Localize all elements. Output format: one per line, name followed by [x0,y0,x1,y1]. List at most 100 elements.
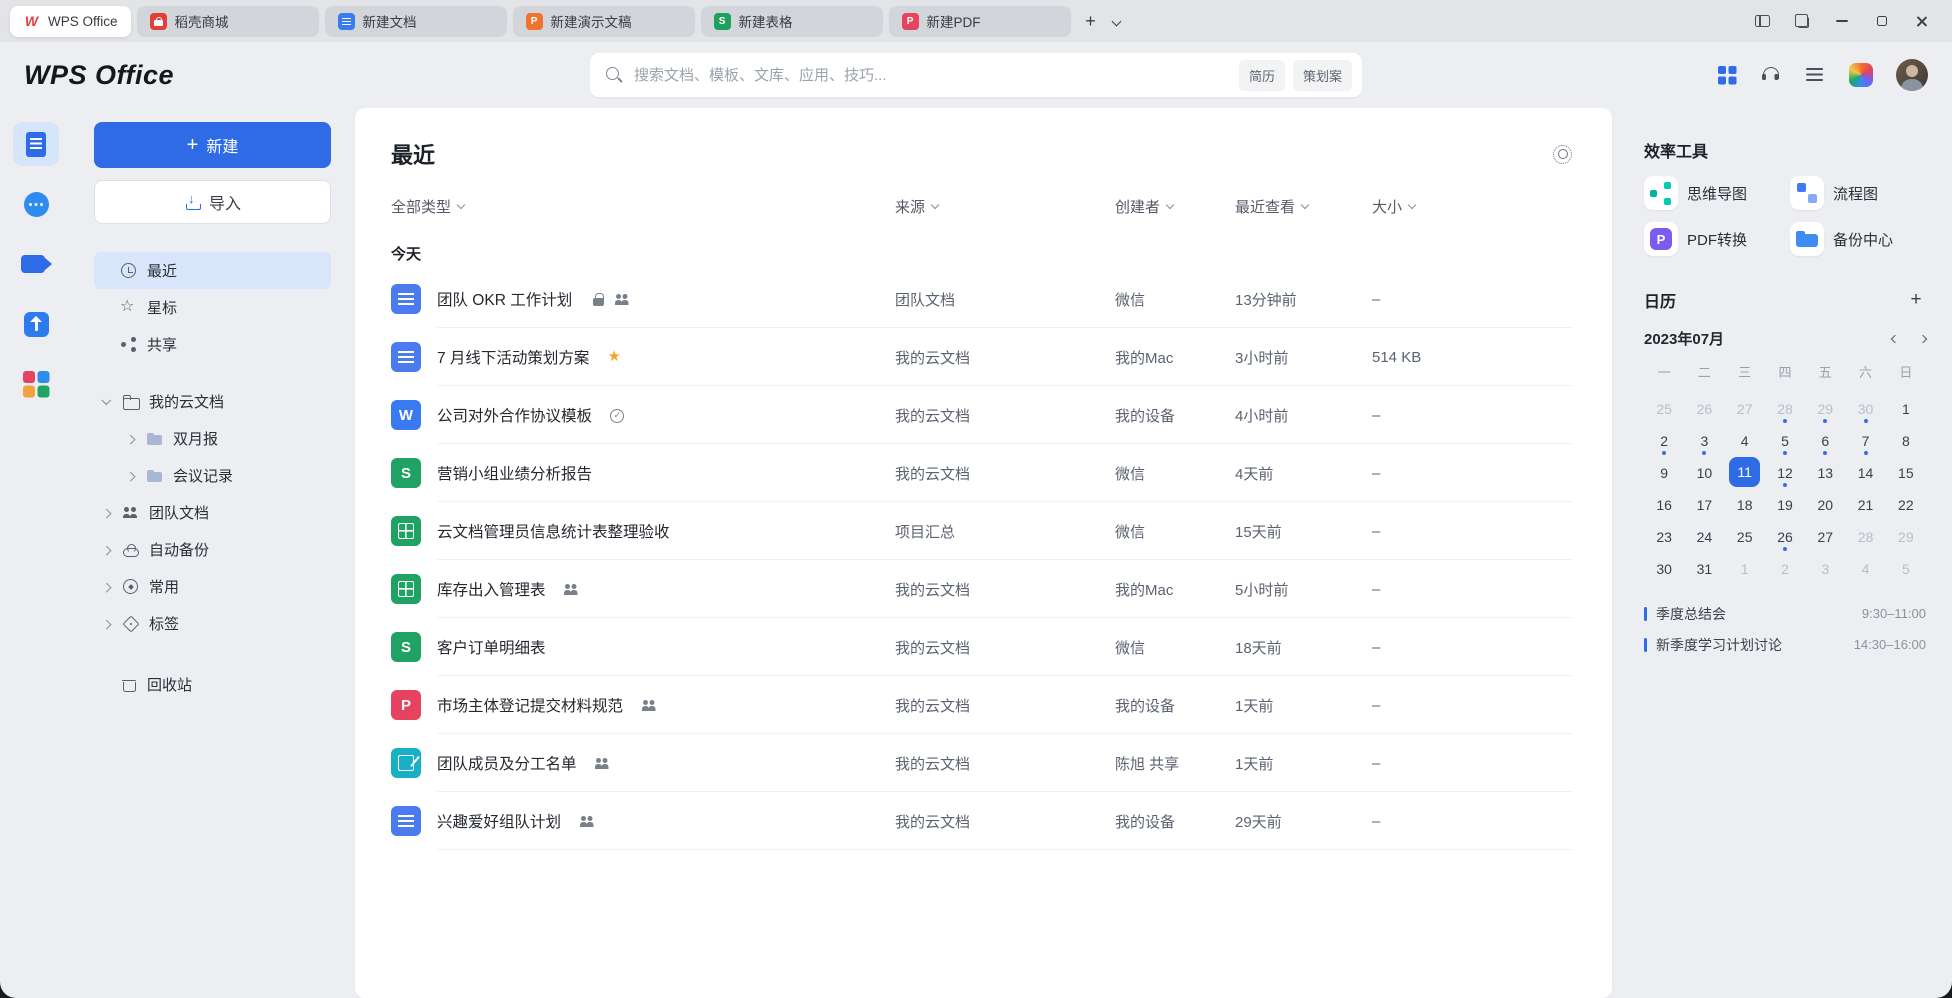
sidebar-tree-item[interactable]: 我的云文档 [94,383,331,420]
file-row[interactable]: 市场主体登记提交材料规范 我的云文档 我的设备 1天前 – [391,676,1572,734]
calendar-day[interactable]: 28 [1849,521,1883,552]
calendar-day[interactable]: 4 [1728,425,1762,456]
calendar-day[interactable]: 8 [1889,425,1923,456]
rail-item-chat[interactable] [13,182,59,226]
calendar-day[interactable]: 28 [1768,393,1802,424]
membership-icon[interactable] [1848,62,1874,88]
calendar-day[interactable]: 30 [1647,553,1681,584]
expand-arrow-icon[interactable] [100,507,112,519]
settings-gear-icon[interactable] [1553,145,1572,164]
import-button[interactable]: 导入 [94,180,331,224]
file-row[interactable]: 兴趣爱好组队计划 我的云文档 我的设备 29天前 – [391,792,1572,850]
window-tab[interactable]: 新建演示文稿 [513,6,695,37]
prev-month-icon[interactable] [1891,334,1899,342]
global-search-bar[interactable]: 简历策划案 [590,53,1362,97]
calendar-event[interactable]: 新季度学习计划讨论 14:30–16:00 [1644,629,1926,660]
calendar-day[interactable]: 26 [1687,393,1721,424]
calendar-event[interactable]: 季度总结会 9:30–11:00 [1644,598,1926,629]
calendar-day[interactable]: 3 [1687,425,1721,456]
search-input[interactable] [634,67,1231,84]
sidebar-tree-item[interactable]: 常用 [94,568,331,605]
sidebar-item[interactable]: 共享 [94,326,331,363]
calendar-day[interactable]: 31 [1687,553,1721,584]
sidebar-toggle-button[interactable] [1742,5,1782,37]
window-tab[interactable]: 新建表格 [701,6,883,37]
minimize-button[interactable] [1822,5,1862,37]
file-row[interactable]: 云文档管理员信息统计表整理验收 项目汇总 微信 15天前 – [391,502,1572,560]
filter-creator[interactable]: 创建者 [1115,196,1235,217]
file-row[interactable]: 公司对外合作协议模板 我的云文档 我的设备 4小时前 – [391,386,1572,444]
calendar-day[interactable]: 29 [1808,393,1842,424]
close-button[interactable] [1902,5,1942,37]
calendar-day[interactable]: 20 [1808,489,1842,520]
calendar-day[interactable]: 15 [1889,457,1923,488]
calendar-day[interactable]: 3 [1808,553,1842,584]
rail-item-suite[interactable] [13,362,59,406]
sidebar-item[interactable]: 星标 [94,289,331,326]
file-row[interactable]: 团队 OKR 工作计划 团队文档 微信 13分钟前 – [391,270,1572,328]
window-tab[interactable]: 稻壳商城 [137,6,319,37]
window-tab[interactable]: 新建文档 [325,6,507,37]
file-row[interactable]: 库存出入管理表 我的云文档 我的Mac 5小时前 – [391,560,1572,618]
calendar-day[interactable]: 18 [1728,489,1762,520]
calendar-day[interactable]: 16 [1647,489,1681,520]
filter-size[interactable]: 大小 [1372,196,1572,217]
calendar-day[interactable]: 29 [1889,521,1923,552]
sidebar-tree-item[interactable]: 自动备份 [94,531,331,568]
sidebar-item[interactable]: 最近 [94,252,331,289]
sidebar-item-trash[interactable]: 回收站 [94,666,331,703]
calendar-day[interactable]: 2 [1768,553,1802,584]
file-row[interactable]: 团队成员及分工名单 我的云文档 陈旭 共享 1天前 – [391,734,1572,792]
calendar-day[interactable]: 21 [1849,489,1883,520]
add-event-button[interactable] [1906,290,1926,310]
expand-arrow-icon[interactable] [100,618,112,630]
calendar-day[interactable]: 4 [1849,553,1883,584]
tool-item[interactable]: 备份中心 [1790,222,1926,256]
sidebar-tree-item[interactable]: 团队文档 [94,494,331,531]
maximize-button[interactable] [1862,5,1902,37]
menu-icon[interactable] [1804,64,1826,86]
calendar-day[interactable]: 9 [1647,457,1681,488]
expand-arrow-icon[interactable] [124,433,136,445]
sidebar-tree-item[interactable]: 双月报 [94,420,331,457]
file-row[interactable]: 营销小组业绩分析报告 我的云文档 微信 4天前 – [391,444,1572,502]
rail-item-meeting[interactable] [13,242,59,286]
sidebar-tree-item[interactable]: 会议记录 [94,457,331,494]
file-row[interactable]: 客户订单明细表 我的云文档 微信 18天前 – [391,618,1572,676]
window-tab[interactable]: WPS Office [10,6,131,37]
calendar-day[interactable]: 5 [1768,425,1802,456]
calendar-day[interactable]: 1 [1889,393,1923,424]
calendar-day[interactable]: 1 [1728,553,1762,584]
rail-item-transfer[interactable] [13,302,59,346]
search-tag[interactable]: 简历 [1239,60,1285,91]
next-month-icon[interactable] [1919,334,1927,342]
window-tab[interactable]: 新建PDF [889,6,1071,37]
calendar-day[interactable]: 19 [1768,489,1802,520]
calendar-day[interactable]: 27 [1808,521,1842,552]
calendar-day[interactable]: 14 [1849,457,1883,488]
calendar-day[interactable]: 27 [1728,393,1762,424]
tab-list-dropdown[interactable] [1105,7,1129,35]
calendar-day[interactable]: 24 [1687,521,1721,552]
file-row[interactable]: 7 月线下活动策划方案 我的云文档 我的Mac 3小时前 514 KB [391,328,1572,386]
calendar-day[interactable]: 25 [1728,521,1762,552]
calendar-day[interactable]: 10 [1687,457,1721,488]
calendar-day[interactable]: 17 [1687,489,1721,520]
calendar-day[interactable]: 25 [1647,393,1681,424]
apps-grid-icon[interactable] [1716,64,1738,86]
calendar-day[interactable]: 12 [1768,457,1802,488]
calendar-day[interactable]: 7 [1849,425,1883,456]
tool-item[interactable]: PDF转换 [1644,222,1780,256]
expand-arrow-icon[interactable] [100,396,112,408]
calendar-day[interactable]: 11 [1729,457,1760,487]
user-avatar[interactable] [1896,59,1928,91]
calendar-day[interactable]: 5 [1889,553,1923,584]
expand-arrow-icon[interactable] [100,581,112,593]
workspace-button[interactable] [1782,5,1822,37]
filter-source[interactable]: 来源 [895,196,1115,217]
filter-type[interactable]: 全部类型 [391,196,895,217]
expand-arrow-icon[interactable] [100,544,112,556]
calendar-day[interactable]: 23 [1647,521,1681,552]
support-icon[interactable] [1760,64,1782,86]
calendar-day[interactable]: 13 [1808,457,1842,488]
